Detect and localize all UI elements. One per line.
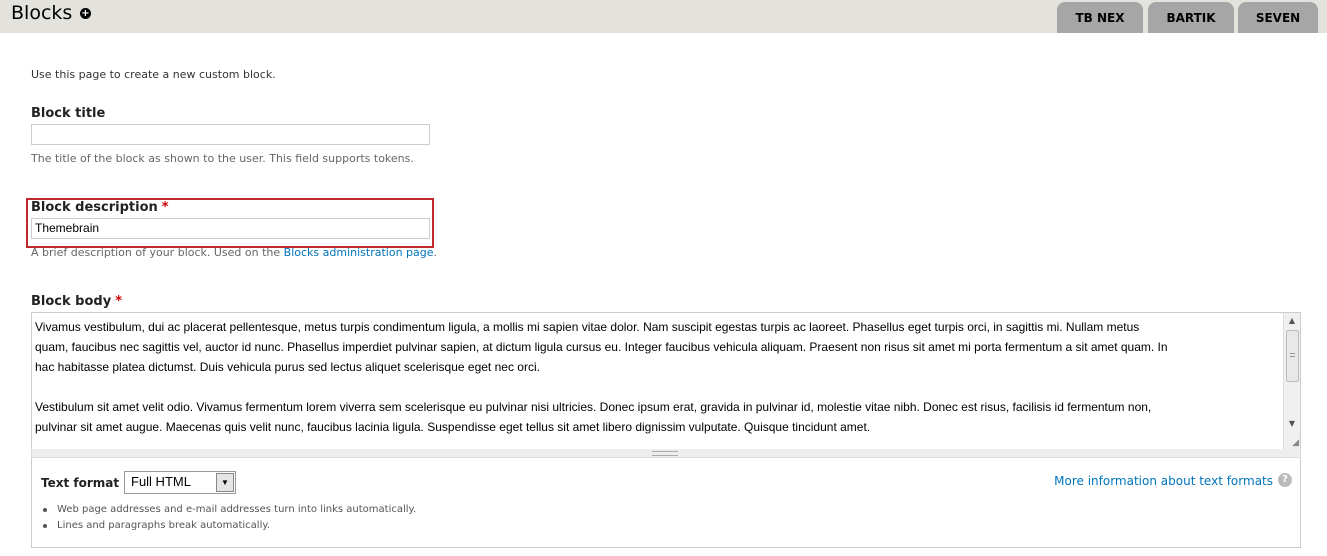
scroll-thumb[interactable]	[1286, 330, 1299, 382]
block-description-label: Block description *	[31, 200, 169, 215]
textarea-grippie[interactable]	[31, 449, 1301, 458]
blocks-admin-link[interactable]: Blocks administration page	[284, 246, 434, 259]
block-description-help-suffix: .	[433, 246, 438, 259]
block-body-textarea[interactable]: Vivamus vestibulum, dui ac placerat pell…	[31, 312, 1301, 450]
block-title-input[interactable]	[31, 124, 430, 145]
chevron-down-icon[interactable]: ▼	[216, 473, 234, 492]
block-description-label-text: Block description	[31, 200, 158, 215]
resize-handle-icon[interactable]: ◢	[1292, 438, 1299, 448]
block-body-label: Block body *	[31, 294, 122, 309]
text-format-selected: Full HTML	[131, 474, 191, 489]
list-item: Lines and paragraphs break automatically…	[42, 518, 416, 534]
required-marker: *	[115, 294, 123, 309]
block-description-input[interactable]: Themebrain	[31, 218, 430, 239]
textarea-scrollbar[interactable]: ▲ ▼	[1283, 313, 1300, 449]
block-title-description: The title of the block as shown to the u…	[31, 152, 414, 165]
block-body-label-text: Block body	[31, 294, 112, 309]
text-format-tips: Web page addresses and e-mail addresses …	[42, 502, 416, 534]
block-description-help-text: A brief description of your block. Used …	[31, 246, 284, 259]
block-body-text[interactable]: Vivamus vestibulum, dui ac placerat pell…	[35, 317, 1275, 437]
list-item: Web page addresses and e-mail addresses …	[42, 502, 416, 518]
help-icon[interactable]: ?	[1278, 473, 1292, 487]
page-header: Blocks + TB NEX BARTIK SEVEN	[0, 0, 1327, 33]
scroll-down-icon[interactable]: ▼	[1284, 416, 1300, 432]
plus-circle-icon[interactable]: +	[80, 8, 91, 19]
grip-lines-icon	[652, 451, 678, 456]
block-description-help: A brief description of your block. Used …	[31, 246, 437, 259]
tab-bartik[interactable]: BARTIK	[1148, 2, 1234, 33]
page-title: Blocks	[11, 2, 73, 24]
text-format-select[interactable]: Full HTML ▼	[124, 471, 236, 494]
scroll-up-icon[interactable]: ▲	[1284, 313, 1300, 329]
tab-seven[interactable]: SEVEN	[1238, 2, 1318, 33]
block-title-label: Block title	[31, 106, 106, 121]
intro-text: Use this page to create a new custom blo…	[31, 68, 276, 81]
text-format-label: Text format	[41, 476, 120, 490]
text-format-wrapper: Text format Full HTML ▼ Web page address…	[31, 458, 1301, 548]
required-marker: *	[161, 200, 169, 215]
grip-icon	[1290, 353, 1295, 357]
more-info-link[interactable]: More information about text formats	[1054, 474, 1273, 488]
tab-tb-nex[interactable]: TB NEX	[1057, 2, 1143, 33]
